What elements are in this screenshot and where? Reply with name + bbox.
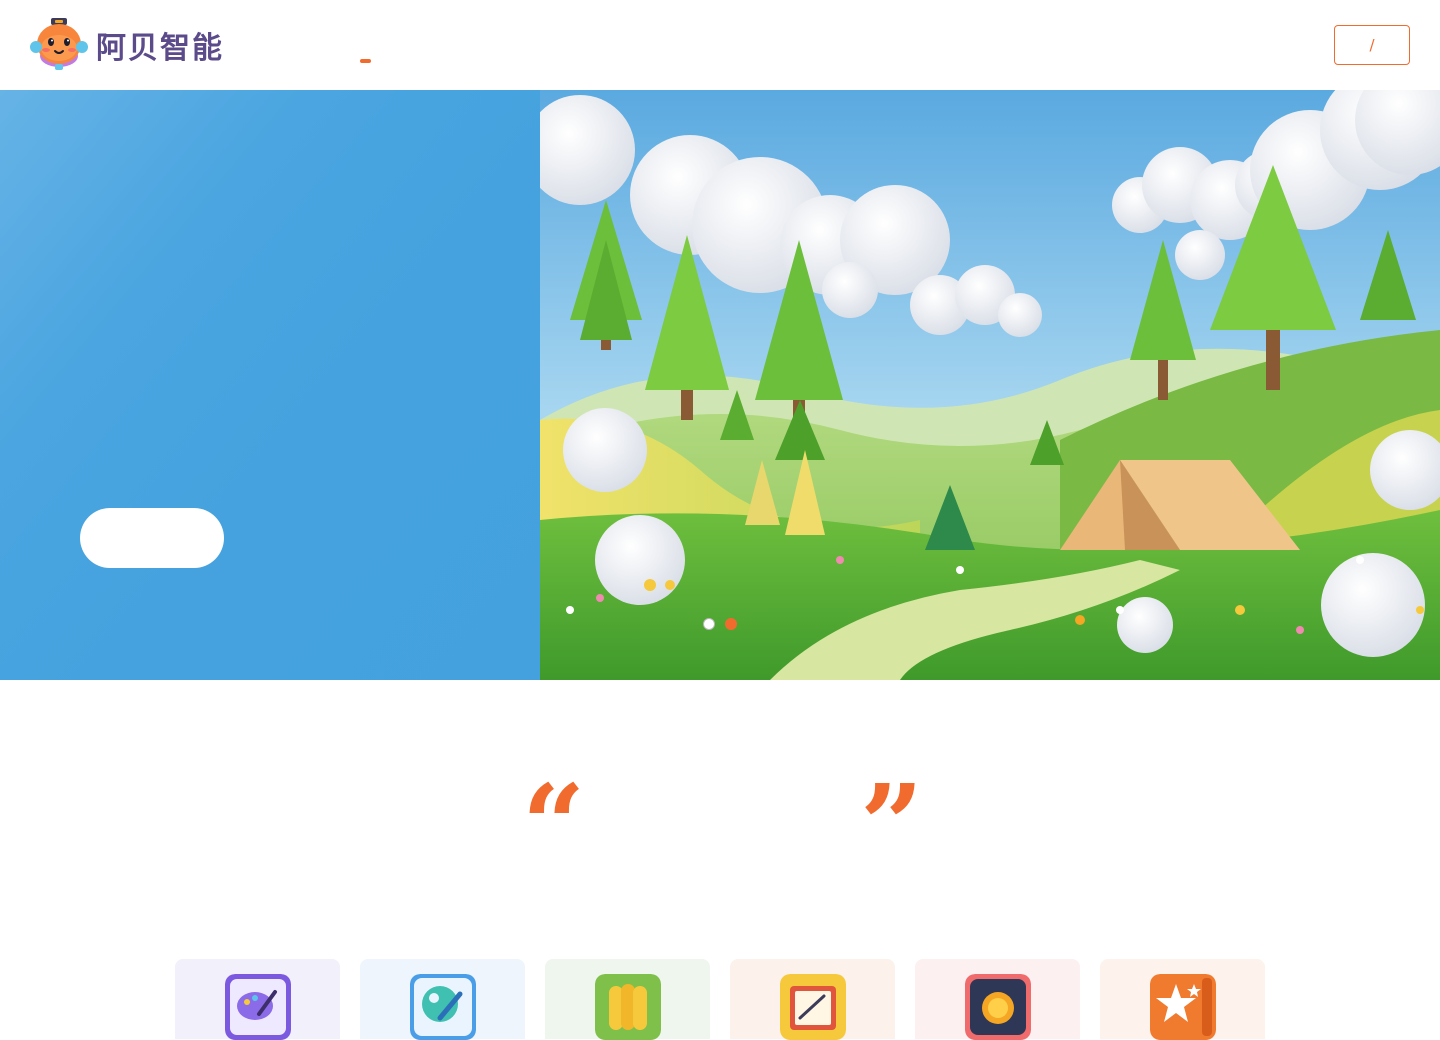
planet-edit-icon xyxy=(410,974,476,1040)
sunrise-icon xyxy=(965,974,1031,1040)
feature-card-5[interactable] xyxy=(915,959,1080,1040)
top-header: 阿贝智能 / xyxy=(0,0,1440,90)
quote-close-mark: ” xyxy=(860,760,924,889)
brand-name: 阿贝智能 xyxy=(96,31,224,66)
feature-card-2[interactable] xyxy=(360,959,525,1040)
hero-text-panel xyxy=(0,90,540,680)
nav-active-indicator xyxy=(360,59,371,63)
carousel-dot-1[interactable] xyxy=(703,618,715,630)
drawing-board-icon xyxy=(780,974,846,1040)
hero-illustration xyxy=(540,90,1440,680)
feature-card-1[interactable] xyxy=(175,959,340,1040)
magic-star-icon xyxy=(1150,974,1216,1040)
mascot-icon xyxy=(30,18,88,72)
corn-icon xyxy=(595,974,661,1040)
feature-card-4[interactable] xyxy=(730,959,895,1040)
brand-logo[interactable]: 阿贝智能 xyxy=(30,18,224,72)
hero-cta-button[interactable] xyxy=(80,508,224,568)
feature-cards xyxy=(175,959,1265,1040)
hero-banner xyxy=(0,90,1440,680)
quote-open-mark: “ xyxy=(522,760,586,889)
feature-card-3[interactable] xyxy=(545,959,710,1040)
palette-brush-icon xyxy=(225,974,291,1040)
carousel-dots xyxy=(703,618,737,630)
carousel-dot-2-active[interactable] xyxy=(725,618,737,630)
language-toggle-button[interactable]: / xyxy=(1334,25,1410,65)
feature-card-6[interactable] xyxy=(1100,959,1265,1040)
